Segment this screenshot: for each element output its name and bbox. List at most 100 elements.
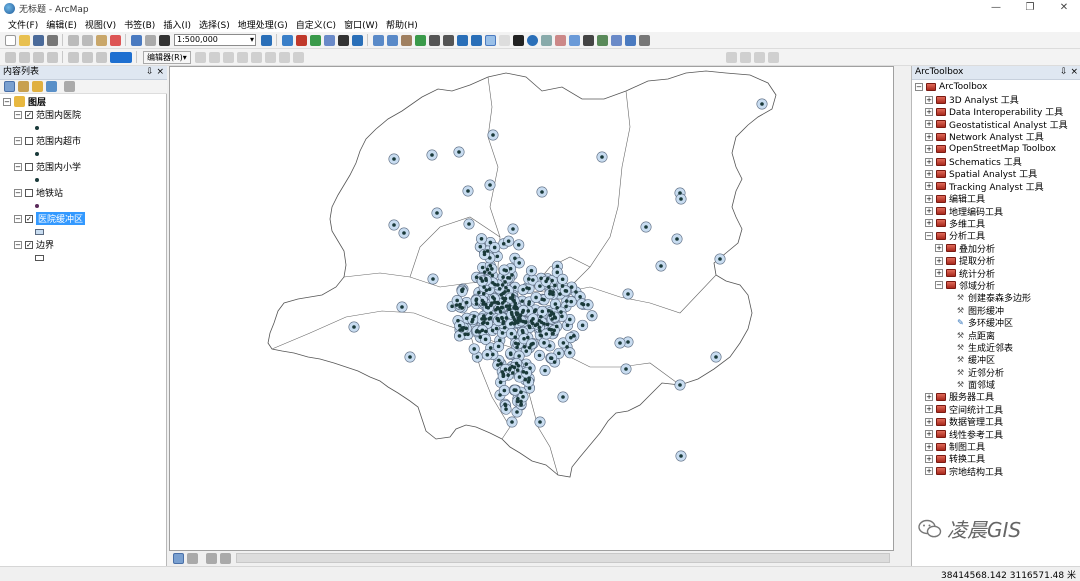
layer-visibility-checkbox[interactable]: ✓	[25, 214, 33, 223]
toolbox-item[interactable]: + 线性参考工具	[915, 428, 1080, 441]
collapse-icon[interactable]: −	[14, 188, 22, 197]
time-slider-icon[interactable]	[624, 34, 636, 46]
identify-icon[interactable]	[526, 34, 538, 46]
python-icon[interactable]	[337, 34, 349, 46]
toolbox-item[interactable]: + Schematics 工具	[915, 155, 1080, 168]
copy-icon[interactable]	[81, 34, 93, 46]
collapse-icon[interactable]: −	[3, 97, 11, 106]
undo-icon[interactable]	[130, 34, 142, 46]
collapse-icon[interactable]: −	[14, 136, 22, 145]
fixed-zoom-out-icon[interactable]	[442, 34, 454, 46]
layer-visibility-checkbox[interactable]	[25, 188, 33, 197]
layer-name[interactable]: 边界	[36, 238, 54, 251]
delete-icon[interactable]	[109, 34, 121, 46]
map-canvas[interactable]	[170, 67, 895, 552]
map-scale-dropdown[interactable]: 1:500,000	[174, 34, 256, 46]
toolbox-item[interactable]: + 编辑工具	[915, 193, 1080, 205]
layer-visibility-checkbox[interactable]: ✓	[25, 110, 33, 119]
expand-icon[interactable]: +	[925, 194, 933, 203]
collapse-icon[interactable]: −	[935, 281, 943, 290]
search-window-icon[interactable]	[323, 34, 335, 46]
layer-row[interactable]: − 范围内小学	[3, 160, 163, 173]
expand-icon[interactable]: +	[925, 107, 933, 116]
layout-view-icon[interactable]	[187, 552, 198, 564]
toolbox-item[interactable]: ✎ 多环缓冲区	[915, 316, 1080, 329]
toolbox-item[interactable]: + 地理编码工具	[915, 205, 1080, 218]
expand-icon[interactable]: +	[925, 182, 933, 191]
toolbox-root-row[interactable]: − ArcToolbox	[915, 81, 1080, 93]
modelbuilder-icon[interactable]	[351, 34, 363, 46]
pan-hand-icon[interactable]	[400, 34, 412, 46]
toolbox-item[interactable]: + 提取分析	[915, 254, 1080, 267]
back-arrow-icon[interactable]	[456, 34, 468, 46]
hyperlink-icon[interactable]	[540, 34, 552, 46]
split-icon[interactable]	[237, 51, 249, 63]
toolbox-item[interactable]: + 统计分析	[915, 267, 1080, 280]
add-data-icon[interactable]	[158, 34, 170, 46]
map-view[interactable]	[169, 66, 894, 551]
layout-zoom-out-icon[interactable]	[18, 51, 30, 63]
list-by-source-icon[interactable]	[17, 81, 29, 92]
toolbox-item[interactable]: + 空间统计工具	[915, 403, 1080, 416]
toolbox-item[interactable]: + Data Interoperability 工具	[915, 106, 1080, 118]
editor-toolbar-icon[interactable]	[260, 34, 272, 46]
toolbox-item[interactable]: + 宗地结构工具	[915, 465, 1080, 478]
toolbox-item[interactable]: + 服务器工具	[915, 391, 1080, 403]
expand-icon[interactable]: +	[935, 256, 943, 265]
create-viewer-window-icon[interactable]	[638, 34, 650, 46]
toolbox-item[interactable]: + Spatial Analyst 工具	[915, 168, 1080, 180]
select-elements-pointer-icon[interactable]	[512, 34, 524, 46]
expand-icon[interactable]: +	[925, 442, 933, 451]
expand-icon[interactable]: +	[925, 219, 933, 228]
toolbox-item[interactable]: + 多维工具	[915, 217, 1080, 230]
redo-icon[interactable]	[144, 34, 156, 46]
collapse-icon[interactable]: −	[14, 214, 22, 223]
menu-selection[interactable]: 选择(S)	[195, 18, 234, 31]
expand-icon[interactable]: +	[925, 120, 933, 129]
open-folder-icon[interactable]	[18, 34, 30, 46]
draw-text-icon[interactable]	[81, 51, 93, 63]
toolbox-item[interactable]: + Network Analyst 工具	[915, 131, 1080, 143]
toolbox-item[interactable]: + 叠加分析	[915, 242, 1080, 255]
menu-geoprocessing[interactable]: 地理处理(G)	[234, 18, 292, 31]
layer-name[interactable]: 医院缓冲区	[36, 212, 86, 225]
toolbox-item[interactable]: − 分析工具	[915, 230, 1080, 242]
cut-icon[interactable]	[67, 34, 79, 46]
menu-insert[interactable]: 插入(I)	[159, 18, 195, 31]
draw-rectangle-icon[interactable]	[67, 51, 79, 63]
trace-icon[interactable]	[223, 51, 235, 63]
fixed-zoom-in-icon[interactable]	[428, 34, 440, 46]
layer-name[interactable]: 范围内医院	[36, 108, 81, 121]
rotate-icon[interactable]	[251, 51, 263, 63]
menu-view[interactable]: 视图(V)	[81, 18, 120, 31]
collapse-icon[interactable]: −	[925, 231, 933, 240]
clear-selection-icon[interactable]	[498, 34, 510, 46]
menu-customize[interactable]: 自定义(C)	[292, 18, 340, 31]
expand-icon[interactable]: +	[925, 169, 933, 178]
snapping-icon[interactable]	[739, 51, 751, 63]
expand-icon[interactable]: +	[925, 405, 933, 414]
expand-icon[interactable]: +	[925, 132, 933, 141]
find-binoculars-icon[interactable]	[582, 34, 594, 46]
layout-zoom-in-icon[interactable]	[4, 51, 16, 63]
html-popup-icon[interactable]	[554, 34, 566, 46]
list-by-visibility-icon[interactable]	[31, 81, 43, 92]
layer-row[interactable]: − 地铁站	[3, 186, 163, 199]
catalog-icon[interactable]	[309, 34, 321, 46]
menu-help[interactable]: 帮助(H)	[382, 18, 422, 31]
restore-button[interactable]: ❐	[1012, 0, 1048, 16]
edit-tool-icon[interactable]	[195, 51, 207, 63]
expand-icon[interactable]: +	[925, 430, 933, 439]
expand-icon[interactable]: +	[925, 392, 933, 401]
minimize-button[interactable]: —	[978, 0, 1014, 16]
menu-windows[interactable]: 窗口(W)	[340, 18, 382, 31]
layer-row[interactable]: − ✓ 医院缓冲区	[3, 212, 163, 225]
expand-icon[interactable]: +	[935, 269, 943, 278]
expand-icon[interactable]: +	[925, 467, 933, 476]
expand-icon[interactable]: +	[925, 95, 933, 104]
expand-icon[interactable]: +	[925, 145, 933, 154]
sketch-properties-icon[interactable]	[279, 51, 291, 63]
toolbox-item[interactable]: ⚒ 点距离	[915, 329, 1080, 342]
full-extent-globe-icon[interactable]	[414, 34, 426, 46]
menu-file[interactable]: 文件(F)	[4, 18, 42, 31]
